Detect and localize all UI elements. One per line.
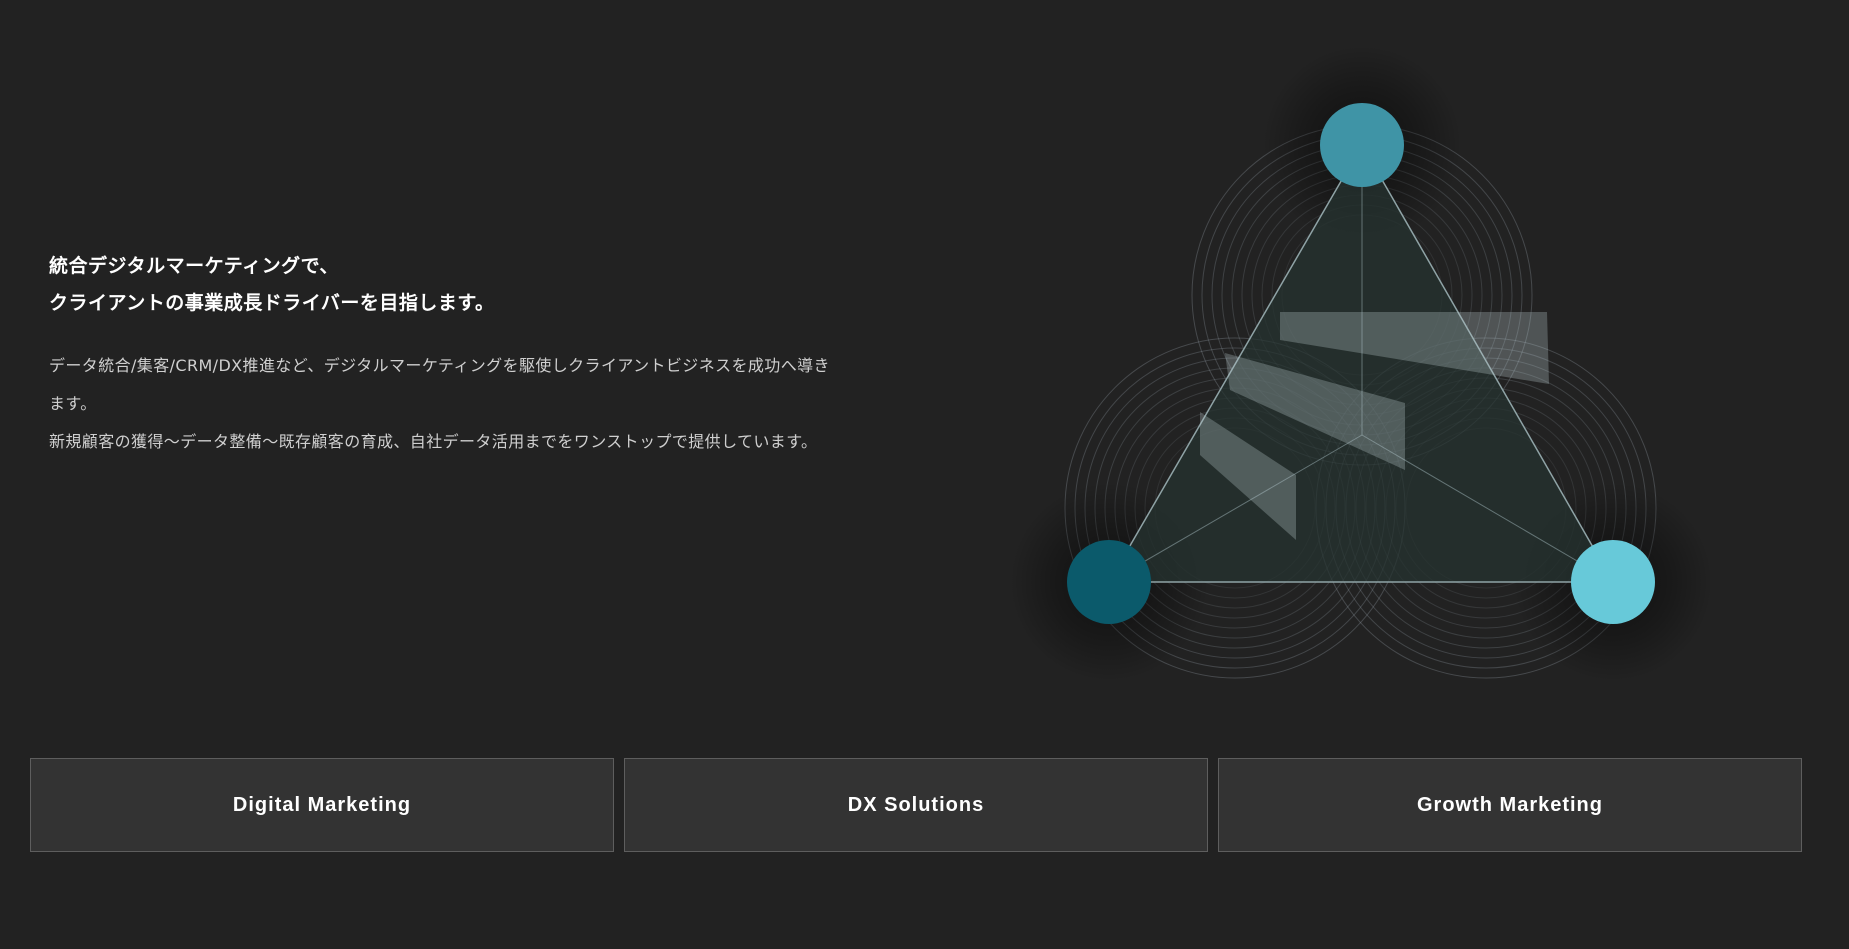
intro-section: 統合デジタルマーケティングで、 クライアントの事業成長ドライバーを目指します。 … [49,248,839,461]
headline-line-1: 統合デジタルマーケティングで、 [49,255,339,277]
headline-line-2: クライアントの事業成長ドライバーを目指します。 [49,292,495,314]
headline: 統合デジタルマーケティングで、 クライアントの事業成長ドライバーを目指します。 [49,248,839,322]
triangle-graphic-svg [1009,45,1713,682]
card-growth-marketing[interactable]: Growth Marketing [1218,758,1802,852]
description-paragraph-2: 新規顧客の獲得〜データ整備〜既存顧客の育成、自社データ活用までをワンストップで提… [49,432,818,451]
card-label-dx-solutions: DX Solutions [847,793,985,816]
card-label-digital-marketing: Digital Marketing [232,793,412,816]
node-top [1320,103,1404,187]
service-cards: Digital Marketing DX Solutions Growth Ma… [30,758,1802,852]
node-left [1067,540,1151,624]
card-digital-marketing[interactable]: Digital Marketing [30,758,614,852]
node-right [1571,540,1655,624]
page: 統合デジタルマーケティングで、 クライアントの事業成長ドライバーを目指します。 … [0,0,1849,949]
card-label-growth-marketing: Growth Marketing [1416,793,1603,816]
card-dx-solutions[interactable]: DX Solutions [624,758,1208,852]
description: データ統合/集客/CRM/DX推進など、デジタルマーケティングを駆使しクライアン… [49,347,839,461]
description-paragraph-1: データ統合/集客/CRM/DX推進など、デジタルマーケティングを駆使しクライアン… [49,356,830,413]
triangle-graphic [980,20,1740,720]
